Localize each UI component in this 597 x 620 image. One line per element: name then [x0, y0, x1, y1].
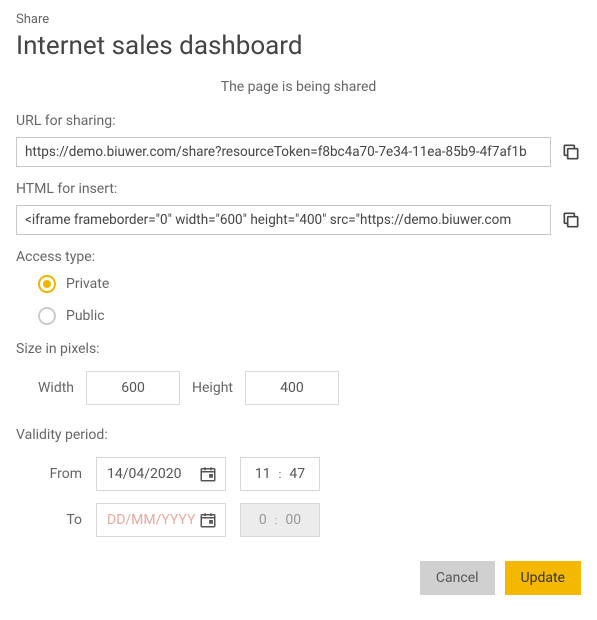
radio-private[interactable]: Private	[38, 275, 581, 293]
access-type-label: Access type:	[16, 249, 581, 265]
to-time-field: 0 : 00	[240, 503, 320, 537]
url-input[interactable]	[16, 137, 551, 167]
width-input[interactable]	[86, 371, 180, 405]
html-label: HTML for insert:	[16, 181, 581, 197]
share-status-message: The page is being shared	[16, 79, 581, 95]
radio-public-label: Public	[66, 308, 105, 324]
to-date-placeholder: DD/MM/YYYY	[107, 512, 195, 528]
from-date-value: 14/04/2020	[107, 466, 182, 482]
copy-html-button[interactable]	[561, 210, 581, 230]
validity-label: Validity period:	[16, 427, 581, 443]
to-hour: 0	[259, 512, 267, 528]
copy-url-button[interactable]	[561, 142, 581, 162]
radio-private-label: Private	[66, 276, 109, 292]
copy-icon	[561, 142, 581, 162]
radio-icon-selected	[38, 275, 56, 293]
url-label: URL for sharing:	[16, 113, 581, 129]
width-label: Width	[38, 380, 74, 396]
calendar-icon	[199, 511, 217, 529]
cancel-button[interactable]: Cancel	[420, 561, 495, 595]
to-label: To	[38, 512, 82, 528]
to-date-field[interactable]: DD/MM/YYYY	[96, 503, 226, 537]
share-label: Share	[16, 12, 581, 27]
height-label: Height	[192, 380, 233, 396]
page-title: Internet sales dashboard	[16, 31, 581, 61]
from-hour: 11	[255, 466, 271, 482]
calendar-icon	[199, 465, 217, 483]
from-date-field[interactable]: 14/04/2020	[96, 457, 226, 491]
from-time-field[interactable]: 11 : 47	[240, 457, 320, 491]
radio-public[interactable]: Public	[38, 307, 581, 325]
copy-icon	[561, 210, 581, 230]
from-minute: 47	[289, 466, 305, 482]
time-separator: :	[275, 514, 278, 527]
height-input[interactable]	[245, 371, 339, 405]
update-button[interactable]: Update	[505, 561, 581, 595]
size-label: Size in pixels:	[16, 341, 581, 357]
from-label: From	[38, 466, 82, 482]
time-separator: :	[279, 468, 282, 481]
radio-icon	[38, 307, 56, 325]
html-input[interactable]	[16, 205, 551, 235]
to-minute: 00	[285, 512, 301, 528]
